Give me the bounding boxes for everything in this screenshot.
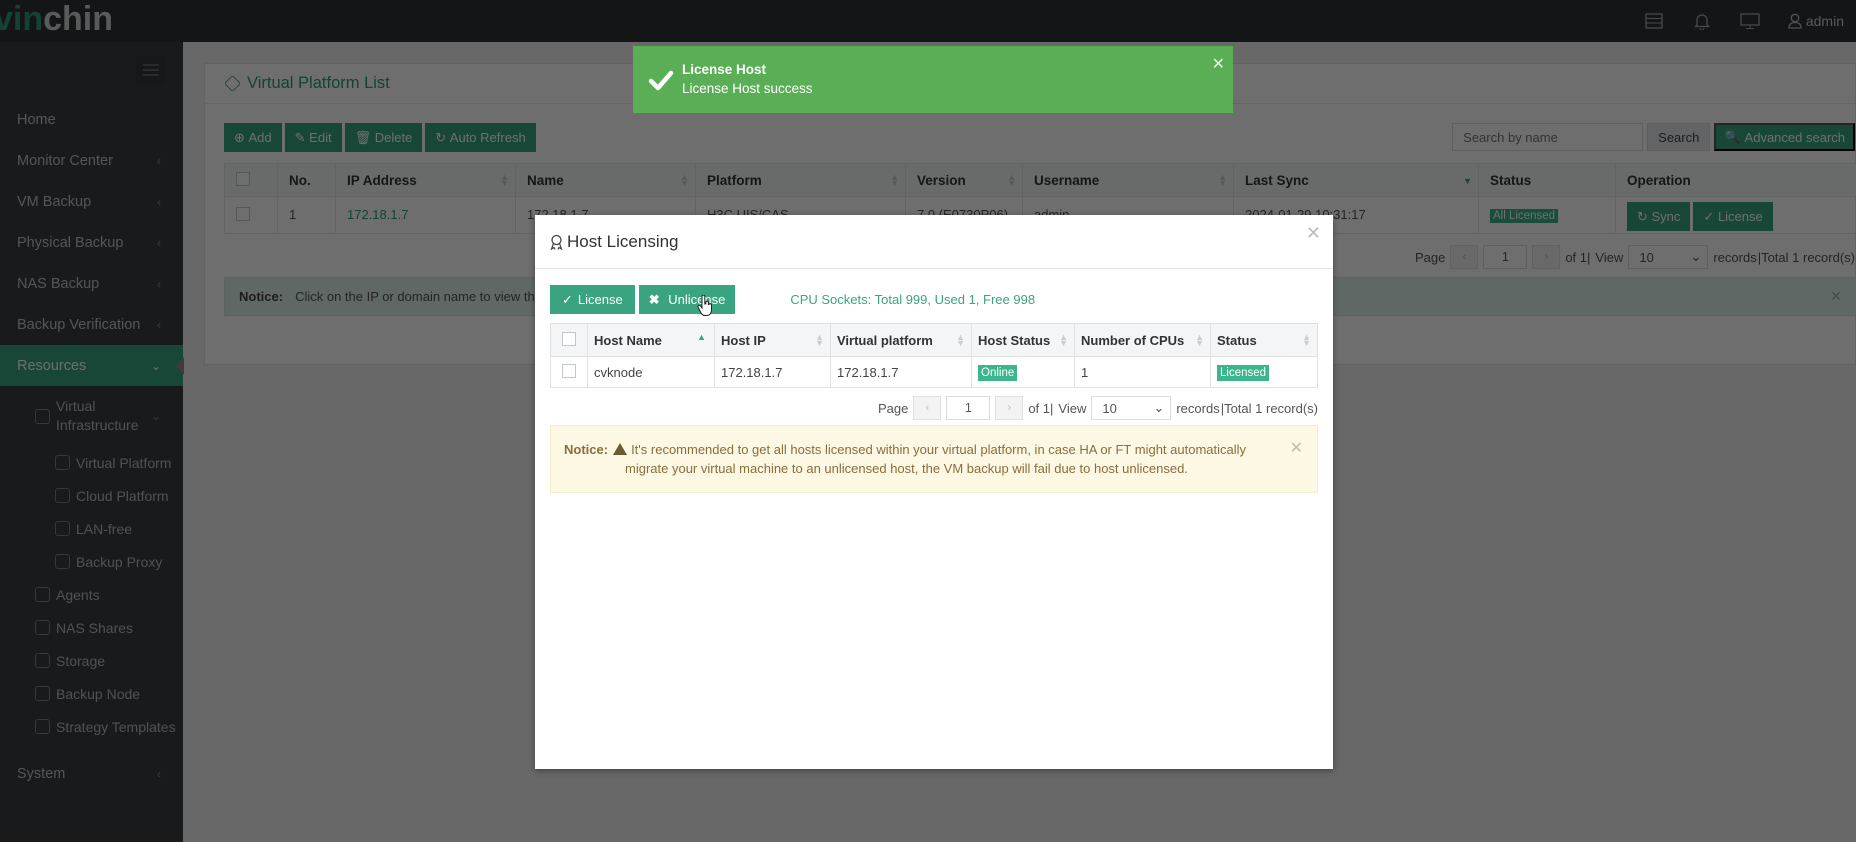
license-label: License [577,292,623,307]
modal-pagination: Page ‹ 1 › of 1| View 10 ⌄ records |Total … [878,396,1318,420]
modal-toolbar: ✓ License ✖ Unlicense CPU Sockets: Total … [550,285,1035,314]
row-select-cell [550,356,588,388]
license-status-badge: Licensed [1217,364,1270,381]
notice-close-icon[interactable]: ✕ [1290,439,1303,458]
col-host-name[interactable]: Host Name ▲ [587,323,715,357]
notice-label: Notice: [564,442,609,457]
prev-page-button[interactable]: ‹ [913,396,942,420]
toast-message: License Host success [682,81,813,96]
per-page-value: 10 [1102,400,1117,416]
total-records: |Total 1 record(s) [1220,400,1318,416]
award-ribbon-icon [550,234,563,250]
row-checkbox[interactable] [562,363,576,378]
modal-close-icon[interactable]: ✕ [1306,223,1321,244]
page-label: Page [877,400,909,416]
next-page-button[interactable]: › [995,396,1024,420]
table-header-row: Host Name ▲ Host IP ▲ ▼ Virtual platform ▲ ▼ … [550,323,1318,357]
col-label: Host IP [721,332,766,348]
chevron-down-icon: ⌄ [1153,400,1165,415]
sort-icon: ▲▼ [1302,332,1311,348]
cell-cpus: 1 [1074,356,1211,388]
cell-host-status: Online [971,356,1075,388]
notice-line1: It's recommended to get all hosts licens… [631,442,1247,457]
toast-close-icon[interactable]: ✕ [1212,54,1225,74]
page-of: of 1| [1028,400,1054,416]
col-label: Virtual platform [837,332,933,348]
unlicense-button[interactable]: ✖ Unlicense [638,285,736,314]
col-host-ip[interactable]: Host IP ▲ ▼ [714,323,831,357]
sort-icon: ▲▼ [956,332,965,348]
sort-icon: ▲▼ [815,332,824,348]
cpu-sockets-info: CPU Sockets: Total 999, Used 1, Free 998 [790,292,1036,307]
col-label: Number of CPUs [1081,332,1185,348]
modal-header: Host Licensing ✕ [535,215,1333,269]
col-label: Status [1217,332,1257,348]
license-button[interactable]: ✓ License [550,285,635,314]
cell-virtual-platform: 172.18.1.7 [830,356,972,388]
records-label: records [1176,400,1220,416]
check-icon: ✓ [562,291,573,307]
select-all-checkbox[interactable] [562,331,576,346]
checkmark-icon [648,70,674,91]
warning-icon [613,443,628,455]
page-input[interactable]: 1 [946,396,991,420]
notice-line2: migrate your virtual machine to an unlic… [625,461,1188,476]
col-status[interactable]: Status ▲ ▼ [1210,323,1318,357]
sort-icon: ▲▼ [1195,332,1204,348]
col-host-status[interactable]: Host Status ▲ ▼ [971,323,1075,357]
select-all-cell [550,323,588,357]
modal-title: Host Licensing [567,231,679,251]
col-number-of-cpus[interactable]: Number of CPUs ▲ ▼ [1074,323,1211,357]
sort-icon: ▲▼ [1059,332,1068,348]
x-mark-icon: ✖ [648,291,664,307]
cell-host-ip: 172.18.1.7 [714,356,831,388]
success-toast: License Host License Host success ✕ [633,46,1233,113]
modal-notice: Notice: It's recommended to get all hosts… [550,425,1318,493]
hosts-table: Host Name ▲ Host IP ▲ ▼ Virtual platform ▲ ▼ … [550,323,1318,388]
hand-cursor-icon [697,295,712,316]
per-page-select[interactable]: 10 ⌄ [1091,396,1172,420]
col-virtual-platform[interactable]: Virtual platform ▲ ▼ [830,323,972,357]
table-row: cvknode 172.18.1.7 172.18.1.7 Online 1 L… [550,356,1318,388]
cell-host-name: cvknode [587,356,715,388]
host-licensing-modal: Host Licensing ✕ ✓ License ✖ Unlicense CP… [535,215,1333,769]
sort-asc-icon: ▲ [697,332,706,342]
view-label: View [1058,400,1087,416]
toast-title: License Host [682,62,767,77]
col-label: Host Status [978,332,1051,348]
col-label: Host Name [594,332,662,348]
cell-status: Licensed [1210,356,1318,388]
host-status-badge: Online [978,364,1018,381]
